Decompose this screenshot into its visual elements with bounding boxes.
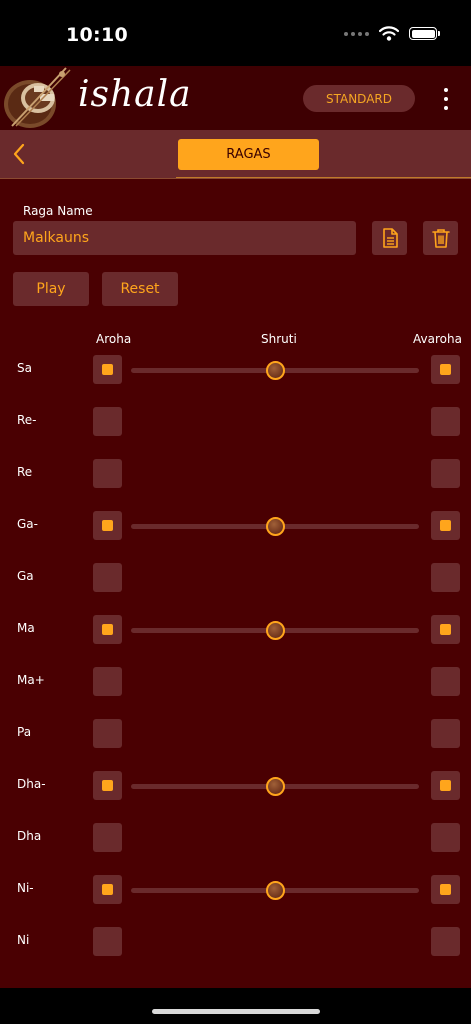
note-label: Dha [17, 829, 42, 843]
aroha-check-mark [102, 884, 113, 895]
note-row: Ma [0, 604, 471, 656]
note-label: Ga [17, 569, 34, 583]
aroha-checkbox[interactable] [93, 875, 122, 904]
status-bar: 10:10 [0, 0, 471, 66]
note-row: Dha- [0, 760, 471, 812]
shruti-slider[interactable] [131, 777, 419, 796]
home-indicator[interactable] [152, 1009, 320, 1014]
shruti-slider[interactable] [131, 361, 419, 380]
avaroha-check-mark [440, 364, 451, 375]
tab-underline [176, 177, 471, 178]
note-label: Re- [17, 413, 37, 427]
delete-raga-button[interactable] [423, 221, 458, 255]
aroha-check-mark [102, 520, 113, 531]
app-logo-text: ishala [78, 74, 192, 115]
raga-name-input[interactable]: Malkauns [13, 221, 356, 255]
note-row: Dha [0, 812, 471, 864]
aroha-checkbox[interactable] [93, 563, 122, 592]
nav-bar: RAGAS [0, 130, 471, 179]
sitar-logo-icon [4, 67, 71, 128]
note-row: Ni- [0, 864, 471, 916]
aroha-checkbox[interactable] [93, 823, 122, 852]
note-row: Sa [0, 344, 471, 396]
aroha-checkbox[interactable] [93, 615, 122, 644]
shruti-slider-thumb[interactable] [266, 621, 285, 640]
avaroha-checkbox[interactable] [431, 511, 460, 540]
aroha-checkbox[interactable] [93, 667, 122, 696]
avaroha-checkbox[interactable] [431, 615, 460, 644]
note-label: Ga- [17, 517, 38, 531]
aroha-checkbox[interactable] [93, 459, 122, 488]
note-label: Ni [17, 933, 30, 947]
avaroha-checkbox[interactable] [431, 719, 460, 748]
app-header: ishala STANDARD [0, 66, 471, 130]
aroha-checkbox[interactable] [93, 511, 122, 540]
note-label: Dha- [17, 777, 46, 791]
note-label: Ma+ [17, 673, 45, 687]
shruti-slider[interactable] [131, 881, 419, 900]
avaroha-check-mark [440, 624, 451, 635]
avaroha-checkbox[interactable] [431, 875, 460, 904]
play-button[interactable]: Play [13, 272, 89, 306]
avaroha-check-mark [440, 884, 451, 895]
avaroha-checkbox[interactable] [431, 407, 460, 436]
note-row: Pa [0, 708, 471, 760]
note-row: Ma+ [0, 656, 471, 708]
avaroha-checkbox[interactable] [431, 823, 460, 852]
shruti-slider-thumb[interactable] [266, 361, 285, 380]
avaroha-checkbox[interactable] [431, 927, 460, 956]
avaroha-checkbox[interactable] [431, 563, 460, 592]
note-label: Pa [17, 725, 32, 739]
aroha-checkbox[interactable] [93, 927, 122, 956]
note-row: Ga [0, 552, 471, 604]
avaroha-checkbox[interactable] [431, 459, 460, 488]
more-vertical-icon[interactable] [440, 88, 452, 110]
tab-ragas[interactable]: RAGAS [178, 139, 319, 170]
shruti-slider-thumb[interactable] [266, 881, 285, 900]
avaroha-check-mark [440, 780, 451, 791]
note-row: Ga- [0, 500, 471, 552]
chevron-left-icon[interactable] [8, 140, 30, 168]
aroha-checkbox[interactable] [93, 355, 122, 384]
aroha-checkbox[interactable] [93, 771, 122, 800]
aroha-check-mark [102, 624, 113, 635]
aroha-checkbox[interactable] [93, 719, 122, 748]
note-row: Re- [0, 396, 471, 448]
aroha-checkbox[interactable] [93, 407, 122, 436]
battery-icon [409, 27, 440, 40]
standard-mode-button[interactable]: STANDARD [303, 85, 415, 112]
trash-icon [431, 229, 450, 248]
shruti-slider-thumb[interactable] [266, 777, 285, 796]
status-icons [344, 26, 440, 41]
document-icon [382, 228, 398, 248]
reset-button[interactable]: Reset [102, 272, 178, 306]
avaroha-checkbox[interactable] [431, 667, 460, 696]
avaroha-check-mark [440, 520, 451, 531]
shruti-slider[interactable] [131, 517, 419, 536]
shruti-slider[interactable] [131, 621, 419, 640]
aroha-check-mark [102, 780, 113, 791]
status-time: 10:10 [66, 24, 128, 46]
aroha-check-mark [102, 364, 113, 375]
note-label: Ma [17, 621, 35, 635]
app-screen: ishala STANDARD RAGAS Raga Name Malkauns [0, 66, 471, 988]
cellular-signal-icon [344, 31, 369, 36]
note-row: Re [0, 448, 471, 500]
note-label: Re [17, 465, 33, 479]
raga-name-label: Raga Name [23, 204, 93, 218]
avaroha-checkbox[interactable] [431, 771, 460, 800]
note-label: Ni- [17, 881, 34, 895]
shruti-slider-thumb[interactable] [266, 517, 285, 536]
note-label: Sa [17, 361, 32, 375]
note-row: Ni [0, 916, 471, 968]
avaroha-checkbox[interactable] [431, 355, 460, 384]
wifi-icon [379, 26, 399, 41]
save-document-button[interactable] [372, 221, 407, 255]
